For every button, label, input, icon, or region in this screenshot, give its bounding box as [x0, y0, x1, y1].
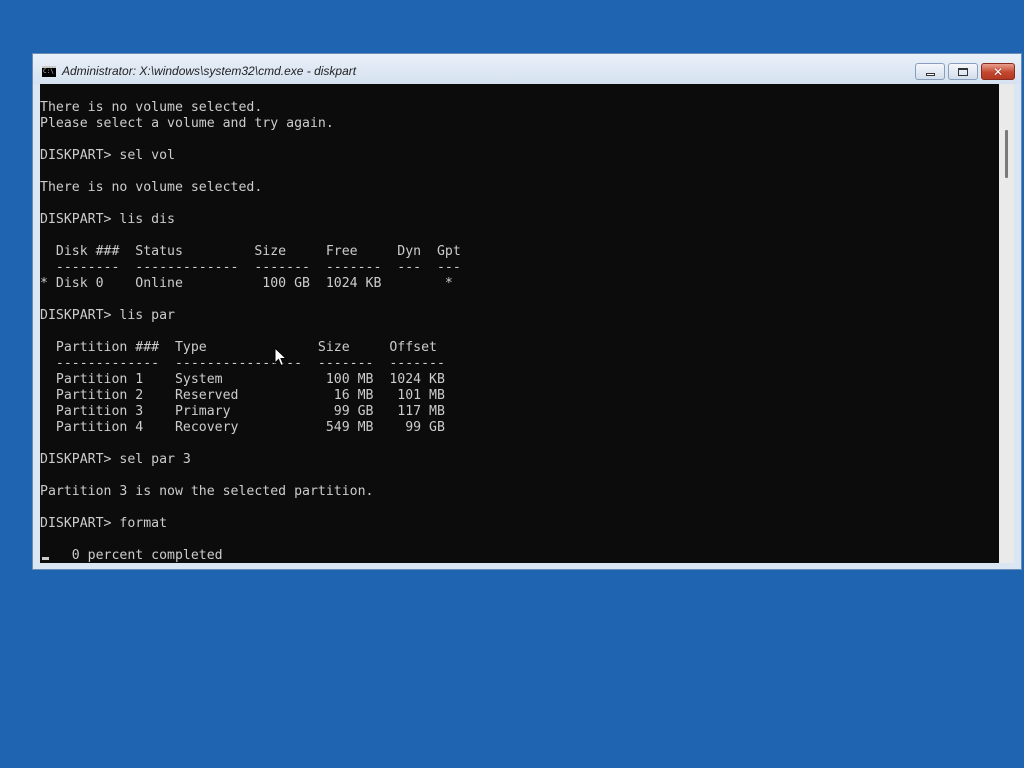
- console-line: DISKPART> sel par 3: [40, 452, 191, 467]
- console-line: Partition ### Type Size Offset: [40, 340, 437, 355]
- restore-icon: [958, 67, 968, 76]
- restore-button[interactable]: [948, 63, 978, 80]
- cmd-icon-label: C:\: [43, 68, 54, 75]
- console-line: Please select a volume and try again.: [40, 116, 334, 131]
- scrollbar-thumb[interactable]: [1005, 130, 1008, 178]
- console-line: Partition 3 Primary 99 GB 117 MB: [40, 404, 445, 419]
- console-line: DISKPART> lis par: [40, 308, 175, 323]
- console-line: 0 percent completed: [40, 548, 223, 563]
- console-line: Partition 3 is now the selected partitio…: [40, 484, 374, 499]
- close-icon: ✕: [992, 64, 1004, 79]
- mouse-pointer-icon: [274, 347, 288, 367]
- console-line: Partition 4 Recovery 549 MB 99 GB: [40, 420, 445, 435]
- console-line: DISKPART> lis dis: [40, 212, 175, 227]
- text-cursor: [42, 557, 49, 560]
- console-output[interactable]: There is no volume selected. Please sele…: [40, 84, 999, 563]
- console-line: There is no volume selected.: [40, 180, 263, 195]
- minimize-button[interactable]: [915, 63, 945, 80]
- console-text: There is no volume selected. Please sele…: [40, 100, 461, 563]
- console-line: Partition 2 Reserved 16 MB 101 MB: [40, 388, 445, 403]
- console-line: There is no volume selected.: [40, 100, 263, 115]
- title-bar[interactable]: C:\ Administrator: X:\windows\system32\c…: [33, 54, 1021, 84]
- console-line: DISKPART> sel vol: [40, 148, 175, 163]
- console-line: * Disk 0 Online 100 GB 1024 KB *: [40, 276, 453, 291]
- close-button[interactable]: ✕: [981, 63, 1015, 80]
- console-line: -------- ------------- ------- ------- -…: [40, 260, 461, 275]
- cmd-window[interactable]: C:\ Administrator: X:\windows\system32\c…: [32, 53, 1022, 570]
- vertical-scrollbar[interactable]: [999, 84, 1014, 563]
- console-line: Disk ### Status Size Free Dyn Gpt: [40, 244, 461, 259]
- window-title: Administrator: X:\windows\system32\cmd.e…: [62, 64, 357, 78]
- minimize-icon: [925, 73, 935, 76]
- desktop: C:\ Administrator: X:\windows\system32\c…: [0, 0, 1024, 768]
- console-line: DISKPART> format: [40, 516, 168, 531]
- console-line: Partition 1 System 100 MB 1024 KB: [40, 372, 445, 387]
- cmd-app-icon[interactable]: C:\: [42, 66, 56, 77]
- console-line: ------------- ---------------- ------- -…: [40, 356, 445, 371]
